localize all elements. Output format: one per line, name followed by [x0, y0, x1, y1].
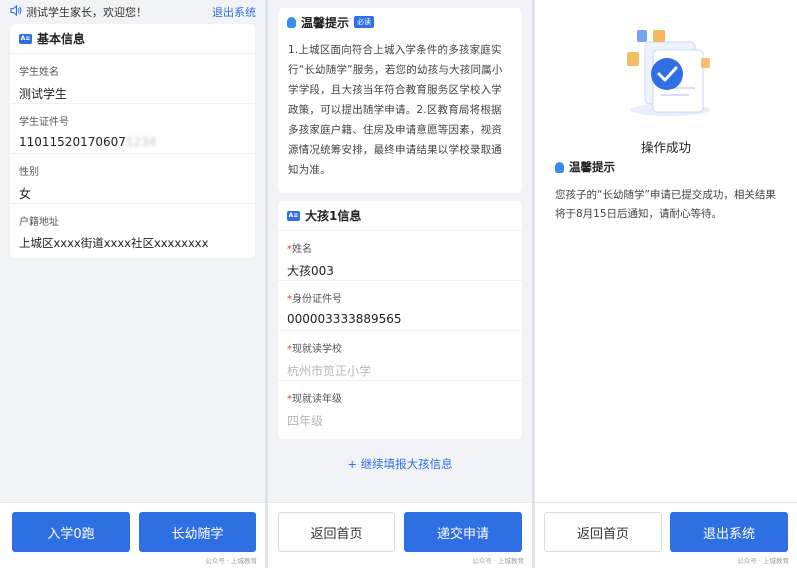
field-label-text: 姓名: [292, 244, 312, 255]
field-label-text: 现就读学校: [292, 344, 342, 355]
must-read-badge: 必读: [354, 16, 375, 28]
success-screen: 操作成功 温馨提示 您孩子的“长幼随学”申请已提交成功，相关结果将于8月15日后…: [535, 0, 797, 568]
field-label-text: 身份证件号: [292, 294, 342, 305]
field-label: *现就读学校: [287, 340, 513, 355]
watermark: 公众号 · 上城教育: [205, 557, 257, 565]
watermark: 公众号 · 上城教育: [737, 557, 789, 565]
field-label: *现就读年级: [287, 390, 513, 405]
field-value: 四年级: [287, 414, 324, 428]
sibling-application-screen: 温馨提示 必读 1.上城区面向符合上城入学条件的多孩家庭实行“长幼随学”服务，若…: [268, 0, 532, 568]
elder-name-field[interactable]: *姓名 大孩003: [278, 231, 522, 281]
basic-info-title: 基本信息: [37, 32, 86, 46]
bottom-action-bar: 返回首页 退出系统 公众号 · 上城教育: [535, 502, 797, 568]
welcome-bar: 测试学生家长，欢迎您！ 退出系统: [0, 0, 265, 24]
lightbulb-icon: [555, 161, 564, 173]
tip-title-text: 温馨提示: [301, 15, 350, 30]
card-title: A≡ 基本信息: [10, 24, 255, 54]
lightbulb-icon: [287, 16, 296, 28]
household-address-field: 户籍地址 上城区xxxx街道xxxx社区xxxxxxxx: [10, 204, 255, 258]
field-label: 学生姓名: [19, 67, 59, 78]
elder-child-card: A≡ 大孩1信息 *姓名 大孩003 *身份证件号 00000333388956…: [278, 201, 522, 439]
speaker-icon: [10, 4, 22, 19]
field-value: 大孩003: [287, 264, 334, 278]
field-label: 性别: [19, 167, 39, 178]
tip-text: 您孩子的“长幼随学”申请已提交成功，相关结果将于8月15日后通知，请耐心等待。: [555, 189, 776, 220]
tip-title: 温馨提示: [555, 159, 615, 175]
current-school-field[interactable]: *现就读学校 杭州市笕正小学: [278, 331, 522, 381]
enrollment-button[interactable]: 入学0跑: [12, 512, 130, 552]
submit-application-button[interactable]: 递交申请: [404, 512, 522, 552]
logout-link[interactable]: 退出系统: [212, 4, 256, 20]
field-label: 学生证件号: [19, 117, 69, 128]
welcome-text: 测试学生家长，欢迎您！: [26, 6, 147, 19]
basic-info-screen: 测试学生家长，欢迎您！ 退出系统 A≡ 基本信息 学生姓名 测试学生 学生证件号…: [0, 0, 265, 568]
field-value: 110115201706071234: [19, 135, 246, 149]
field-label: *姓名: [287, 240, 513, 255]
id-number-visible: 11011520170607: [19, 135, 126, 149]
gender-field: 性别 女: [10, 154, 255, 204]
logout-button[interactable]: 退出系统: [670, 512, 788, 552]
tip-card: 温馨提示 必读 1.上城区面向符合上城入学条件的多孩家庭实行“长幼随学”服务，若…: [278, 8, 522, 193]
watermark: 公众号 · 上城教育: [472, 557, 524, 565]
current-grade-field[interactable]: *现就读年级 四年级: [278, 381, 522, 439]
field-value: 杭州市笕正小学: [287, 364, 372, 378]
sibling-enrollment-button[interactable]: 长幼随学: [139, 512, 256, 552]
elder-id-field[interactable]: *身份证件号 000003333889565: [278, 281, 522, 331]
student-name-field: 学生姓名 测试学生: [10, 54, 255, 104]
id-number-blurred: 1234: [125, 135, 157, 149]
bottom-action-bar: 返回首页 递交申请 公众号 · 上城教育: [268, 502, 532, 568]
success-message: 操作成功: [640, 140, 691, 155]
basic-info-card: A≡ 基本信息 学生姓名 测试学生 学生证件号 1101152017060712…: [10, 24, 255, 258]
field-value: 000003333889565: [287, 312, 402, 326]
student-id-field: 学生证件号 110115201706071234: [10, 104, 255, 154]
id-card-icon: A≡: [19, 33, 32, 44]
back-home-button[interactable]: 返回首页: [278, 512, 395, 552]
field-value: 女: [19, 187, 32, 201]
elder-child-title: 大孩1信息: [305, 209, 362, 223]
field-label: 户籍地址: [19, 217, 59, 228]
field-value: 测试学生: [19, 87, 68, 101]
add-more-elder-child-link[interactable]: + 继续填报大孩信息: [268, 456, 532, 472]
bottom-action-bar: 入学0跑 长幼随学 公众号 · 上城教育: [0, 502, 265, 568]
success-illustration: [615, 22, 725, 122]
field-value: 上城区xxxx街道xxxx社区xxxxxxxx: [19, 236, 209, 250]
field-label: *身份证件号: [287, 290, 513, 305]
tip-title: 温馨提示 必读: [278, 8, 522, 36]
tip-title-text: 温馨提示: [569, 160, 615, 174]
id-card-icon: A≡: [287, 210, 300, 221]
success-check-icon: [651, 58, 683, 90]
card-title: A≡ 大孩1信息: [278, 201, 522, 231]
tip-text: 1.上城区面向符合上城入学条件的多孩家庭实行“长幼随学”服务，若您的幼孩与大孩同…: [288, 44, 503, 176]
field-label-text: 现就读年级: [292, 394, 342, 405]
back-home-button[interactable]: 返回首页: [544, 512, 662, 552]
